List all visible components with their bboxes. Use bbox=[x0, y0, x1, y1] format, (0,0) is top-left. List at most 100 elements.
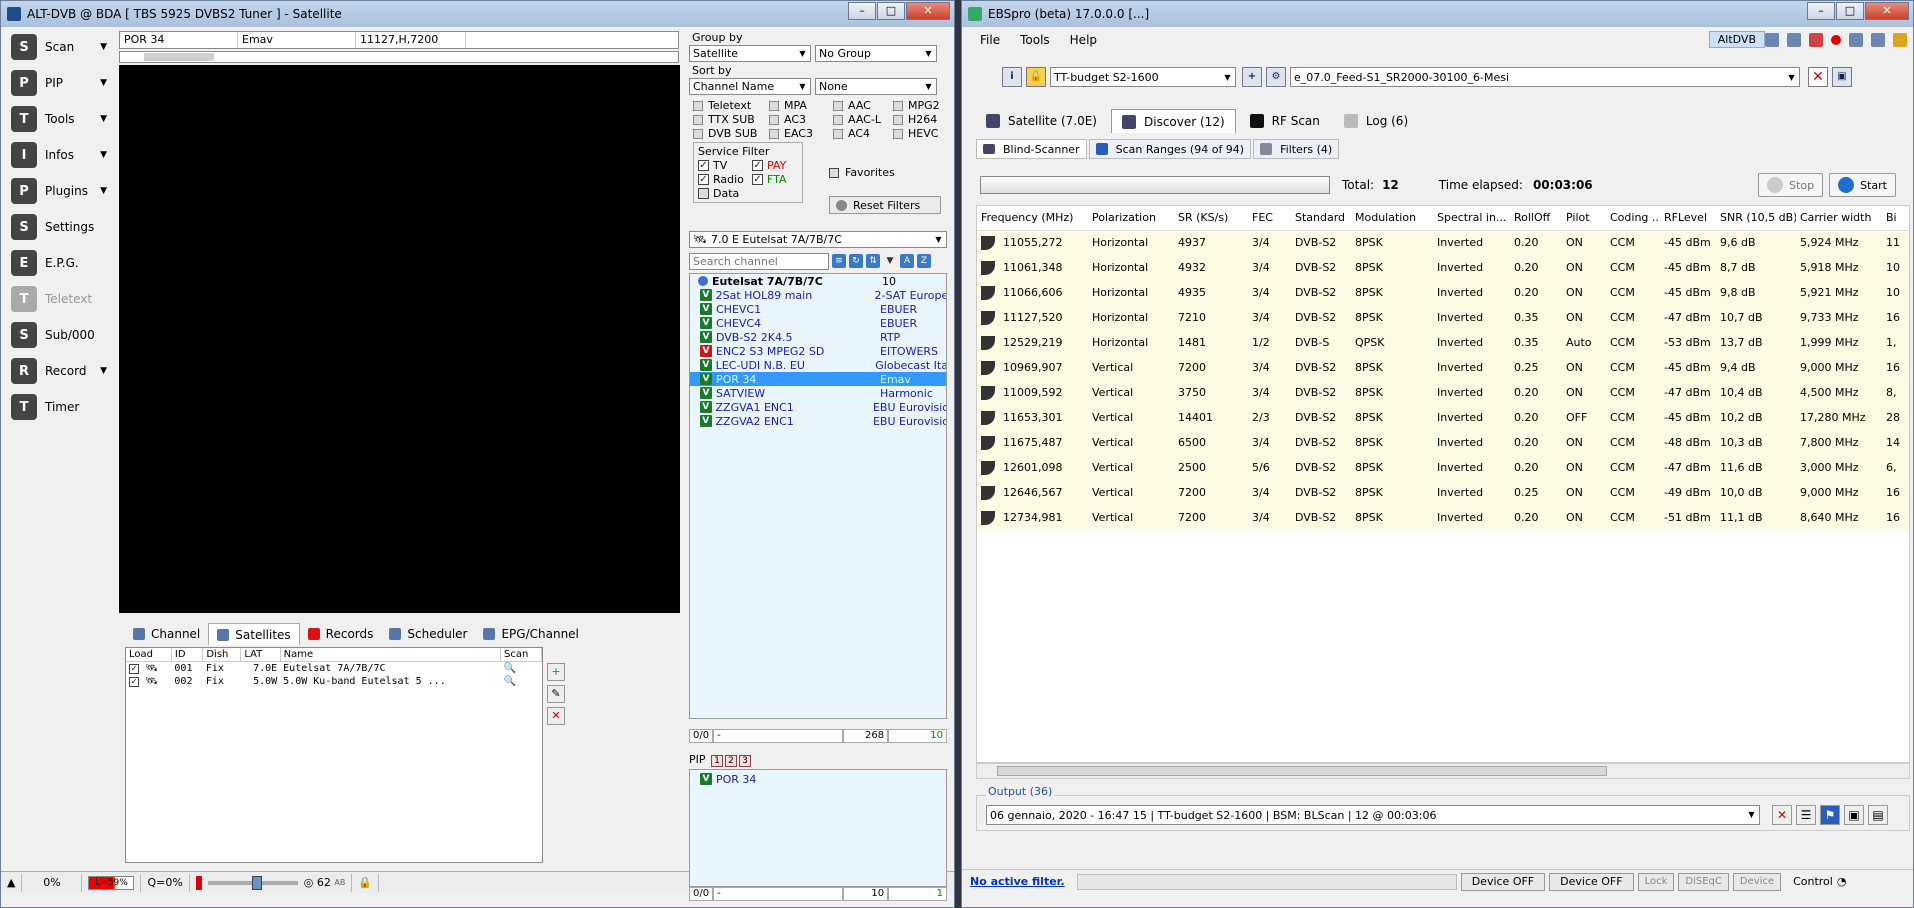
group-by-secondary-select[interactable]: No Group ▼ bbox=[815, 45, 937, 62]
pip-1-button[interactable]: 1 bbox=[711, 755, 724, 767]
table-row[interactable]: 11055,272 Horizontal 4937 3/4 DVB-S2 8PSK Inve… bbox=[977, 230, 1909, 255]
grid-header[interactable]: SR (KS/s) bbox=[1174, 206, 1248, 231]
sat-header[interactable]: LAT bbox=[240, 648, 281, 662]
grid-header[interactable]: Frequency (MHz) bbox=[977, 206, 1088, 231]
channel-row[interactable]: V 2Sat HOL89 main 2-SAT Europe bbox=[690, 288, 946, 302]
grid-header[interactable]: RFLevel bbox=[1660, 206, 1716, 231]
record-icon[interactable] bbox=[1831, 35, 1841, 45]
output-select[interactable]: 06 gennaio, 2020 - 16:47 15 | TT-budget … bbox=[986, 805, 1760, 825]
load-checkbox[interactable]: ✓ bbox=[129, 677, 139, 687]
channel-row[interactable]: V CHEVC4 EBUER bbox=[690, 316, 946, 330]
preset-settings-icon[interactable]: ⚙ bbox=[1266, 67, 1286, 87]
toolbar-plugins[interactable]: P Plugins ▼ bbox=[5, 173, 113, 209]
tab-filters[interactable]: Filters (4) bbox=[1253, 139, 1340, 159]
filter-h264[interactable]: H264 bbox=[893, 113, 951, 126]
sort-by-select[interactable]: Channel Name ▼ bbox=[689, 78, 811, 95]
tab-scan-ranges[interactable]: Scan Ranges (94 of 94) bbox=[1088, 139, 1252, 159]
filter-ac3[interactable]: AC3 bbox=[769, 113, 833, 126]
satellite-select[interactable]: 🛰 7.0 E Eutelsat 7A/7B/7C ▼ bbox=[689, 231, 947, 248]
satellite-row[interactable]: ✓ 🛰 001 Fix 7.0E Eutelsat 7A/7B/7C 🔍 bbox=[126, 662, 542, 676]
list-icon[interactable] bbox=[1871, 33, 1885, 47]
toolbar-teletext[interactable]: T Teletext bbox=[5, 281, 113, 317]
channel-row[interactable]: V ZZGVA2 ENC1 EBU Eurovisio bbox=[690, 414, 946, 428]
flag-icon[interactable]: ⚑ bbox=[1820, 805, 1840, 825]
grid-header[interactable]: Standard bbox=[1291, 206, 1351, 231]
tab-satellite[interactable]: Satellite (7.0E) bbox=[976, 109, 1107, 133]
horizontal-scrollbar[interactable] bbox=[976, 763, 1910, 779]
filter-radio[interactable]: ✓ Radio bbox=[698, 173, 752, 186]
lock-icon[interactable]: 🔒 bbox=[352, 873, 380, 892]
filter-fta[interactable]: ✓ FTA bbox=[752, 173, 798, 186]
sat-header[interactable]: Name bbox=[280, 648, 502, 662]
toolbar-sub-000[interactable]: S Sub/000 bbox=[5, 317, 113, 353]
control-label[interactable]: Control bbox=[1793, 875, 1833, 888]
search-icon[interactable]: 🔍 bbox=[501, 662, 542, 676]
close-button[interactable]: ✕ bbox=[1865, 2, 1909, 20]
sat-header[interactable]: Scan bbox=[500, 648, 542, 662]
filter-dvb-sub[interactable]: DVB SUB bbox=[693, 127, 769, 140]
load-checkbox[interactable]: ✓ bbox=[129, 664, 139, 674]
no-active-filter-link[interactable]: No active filter. bbox=[970, 875, 1065, 888]
channel-row[interactable]: V POR 34 Emav bbox=[690, 372, 946, 386]
filter-mpg2[interactable]: MPG2 bbox=[893, 99, 951, 112]
toolbar-scan[interactable]: S Scan ▼ bbox=[5, 29, 113, 65]
filter-pay[interactable]: ✓ PAY bbox=[752, 159, 798, 172]
minimize-button[interactable]: – bbox=[1807, 2, 1835, 20]
chevron-down-icon[interactable]: ▼ bbox=[883, 254, 897, 268]
sort-icon[interactable]: ⇅ bbox=[866, 254, 880, 268]
filter-teletext[interactable]: Teletext bbox=[693, 99, 769, 112]
satellite-row[interactable]: ✓ 🛰 002 Fix 5.0W 5.0W Ku-band Eutelsat 5… bbox=[126, 675, 542, 688]
grid-icon[interactable] bbox=[1849, 33, 1863, 47]
list-icon[interactable]: ☰ bbox=[1796, 805, 1816, 825]
edit-satellite-button[interactable]: ✎ bbox=[547, 685, 565, 703]
table-row[interactable]: 12601,098 Vertical 2500 5/6 DVB-S2 8PSK Invert… bbox=[977, 455, 1909, 480]
table-row[interactable]: 12529,219 Horizontal 1481 1/2 DVB-S QPSK Inver… bbox=[977, 330, 1909, 355]
delete-satellite-button[interactable]: ✕ bbox=[547, 707, 565, 725]
add-preset-icon[interactable]: + bbox=[1242, 67, 1262, 87]
tab-epg-channel[interactable]: EPG/Channel bbox=[475, 623, 586, 645]
filter-ttx-sub[interactable]: TTX SUB bbox=[693, 113, 769, 126]
maximize-button[interactable]: □ bbox=[1836, 2, 1864, 20]
favorites-checkbox[interactable]: Favorites bbox=[829, 166, 895, 179]
grid-header[interactable]: Coding ... bbox=[1606, 206, 1660, 231]
sort-az-icon[interactable]: A bbox=[900, 254, 914, 268]
filter-tv[interactable]: ✓ TV bbox=[698, 159, 752, 172]
stop-button[interactable]: Stop bbox=[1758, 173, 1824, 197]
tab-records[interactable]: Records bbox=[300, 623, 382, 645]
toolbar-pip[interactable]: P PIP ▼ bbox=[5, 65, 113, 101]
refresh-icon[interactable]: ↻ bbox=[849, 254, 863, 268]
control-icon[interactable]: ◔ bbox=[1837, 875, 1847, 888]
tab-discover[interactable]: Discover (12) bbox=[1111, 109, 1236, 133]
toolbar-e-p-g[interactable]: E E.P.G. bbox=[5, 245, 113, 281]
grid-header[interactable]: Spectral in... bbox=[1433, 206, 1510, 231]
ebspro-titlebar[interactable]: EBSpro (beta) 17.0.0.0 [...] – □ ✕ bbox=[962, 1, 1913, 27]
preset-select[interactable]: e_07.0_Feed-S1_SR2000-30100_6-Mesi ▼ bbox=[1290, 67, 1800, 87]
toolbar-timer[interactable]: T Timer bbox=[5, 389, 113, 425]
table-row[interactable]: 12734,981 Vertical 7200 3/4 DVB-S2 8PSK Invert… bbox=[977, 505, 1909, 530]
export-icon[interactable]: ▤ bbox=[1868, 805, 1888, 825]
group-by-select[interactable]: Satellite ▼ bbox=[689, 45, 811, 62]
tab-blind-scanner[interactable]: Blind-Scanner bbox=[976, 139, 1087, 159]
channel-row[interactable]: V CHEVC1 EBUER bbox=[690, 302, 946, 316]
delete-preset-icon[interactable]: ✕ bbox=[1808, 67, 1828, 87]
tab-channel[interactable]: Channel bbox=[125, 623, 208, 645]
grid-header[interactable]: Pilot bbox=[1562, 206, 1606, 231]
filter-mpa[interactable]: MPA bbox=[769, 99, 833, 112]
table-row[interactable]: 11061,348 Horizontal 4932 3/4 DVB-S2 8PSK Inve… bbox=[977, 255, 1909, 280]
channel-row[interactable]: V ENC2 S3 MPEG2 SD EITOWERS bbox=[690, 344, 946, 358]
table-row[interactable]: 11066,606 Horizontal 4935 3/4 DVB-S2 8PSK Inve… bbox=[977, 280, 1909, 305]
toolbar-tools[interactable]: T Tools ▼ bbox=[5, 101, 113, 137]
filter-ac4[interactable]: AC4 bbox=[833, 127, 893, 140]
clear-output-icon[interactable]: ✕ bbox=[1772, 805, 1792, 825]
filter-eac3[interactable]: EAC3 bbox=[769, 127, 833, 140]
table-row[interactable]: 11009,592 Vertical 3750 3/4 DVB-S2 8PSK Invert… bbox=[977, 380, 1909, 405]
grid-header[interactable]: SNR (10,5 dB) bbox=[1716, 206, 1796, 231]
device-off-2[interactable]: Device OFF bbox=[1549, 872, 1634, 891]
start-button[interactable]: Start bbox=[1829, 173, 1896, 197]
channel-group[interactable]: Eutelsat 7A/7B/7C 10 bbox=[690, 274, 946, 288]
search-icon[interactable]: 🔍 bbox=[501, 675, 542, 688]
toolbar-infos[interactable]: I Infos ▼ bbox=[5, 137, 113, 173]
device-off-1[interactable]: Device OFF bbox=[1460, 872, 1546, 891]
toolbar-record[interactable]: R Record ▼ bbox=[5, 353, 113, 389]
sat-header[interactable]: ID bbox=[171, 648, 204, 662]
